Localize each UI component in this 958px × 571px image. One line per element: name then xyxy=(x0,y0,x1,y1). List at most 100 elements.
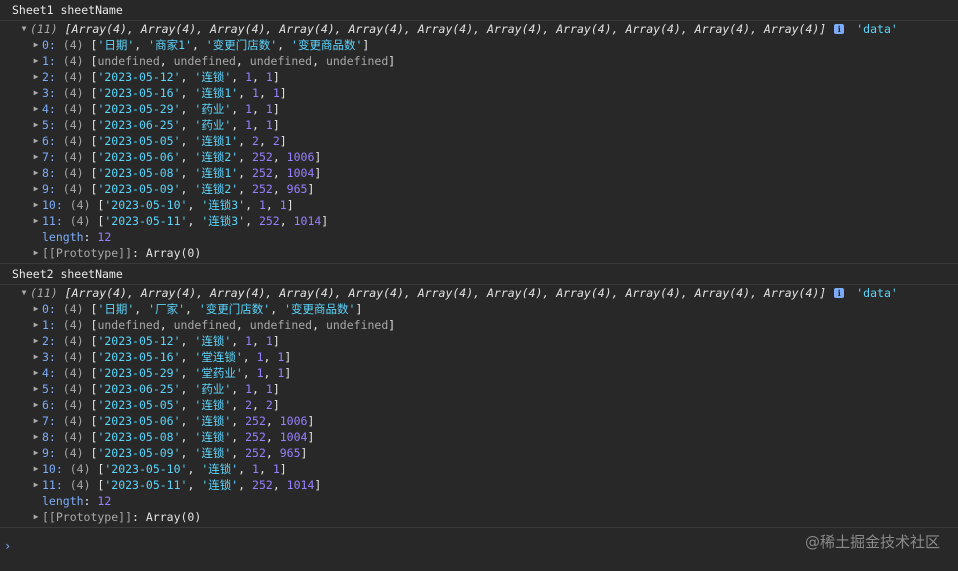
prototype-value: Array(0) xyxy=(145,510,202,524)
expand-triangle-right-icon[interactable]: ▶ xyxy=(30,197,42,213)
console-log-message: Sheet2 sheetName xyxy=(0,264,958,285)
console-prompt[interactable]: › xyxy=(0,537,11,555)
row-value: undefined xyxy=(325,318,389,332)
row-value: undefined xyxy=(249,54,313,68)
expand-triangle-right-icon[interactable]: ▶ xyxy=(30,333,42,349)
row-value: '2023-05-10' xyxy=(104,198,188,212)
expand-triangle-right-icon[interactable]: ▶ xyxy=(30,101,42,117)
row-index: 7: xyxy=(42,150,56,164)
prototype-property[interactable]: ▶ [[Prototype]]: Array(0) xyxy=(0,245,958,261)
row-value: '连锁' xyxy=(194,70,232,84)
row-index: 10: xyxy=(42,198,63,212)
expand-triangle-right-icon[interactable]: ▶ xyxy=(30,165,42,181)
expand-triangle-down-icon[interactable]: ▼ xyxy=(18,285,30,301)
expand-triangle-right-icon[interactable]: ▶ xyxy=(30,429,42,445)
expand-triangle-right-icon[interactable]: ▶ xyxy=(30,53,42,69)
expand-triangle-right-icon[interactable]: ▶ xyxy=(30,381,42,397)
array-item-row[interactable]: ▶ 6: (4) ['2023-05-05', '连锁', 2, 2] xyxy=(0,397,958,413)
array-item-row[interactable]: ▶ 2: (4) ['2023-05-12', '连锁', 1, 1] xyxy=(0,69,958,85)
row-value: 252 xyxy=(245,414,266,428)
expand-triangle-right-icon[interactable]: ▶ xyxy=(30,37,42,53)
array-item-row[interactable]: ▶ 4: (4) ['2023-05-29', '堂药业', 1, 1] xyxy=(0,365,958,381)
expand-triangle-right-icon[interactable]: ▶ xyxy=(30,413,42,429)
row-value: 252 xyxy=(252,166,273,180)
array-item-row[interactable]: ▶ 6: (4) ['2023-05-05', '连锁1', 2, 2] xyxy=(0,133,958,149)
array-item-row[interactable]: ▶ 11: (4) ['2023-05-11', '连锁', 252, 1014] xyxy=(0,477,958,493)
info-icon[interactable]: i xyxy=(834,288,845,298)
expand-triangle-right-icon[interactable]: ▶ xyxy=(30,509,42,525)
array-item-row[interactable]: ▶ 7: (4) ['2023-05-06', '连锁', 252, 1006] xyxy=(0,413,958,429)
prototype-key: [[Prototype]] xyxy=(42,510,133,524)
array-item-row[interactable]: ▶ 11: (4) ['2023-05-11', '连锁3', 252, 1014… xyxy=(0,213,958,229)
expand-triangle-right-icon[interactable]: ▶ xyxy=(30,213,42,229)
row-value: '变更门店数' xyxy=(205,38,278,52)
array-item-row[interactable]: ▶ 1: (4) [undefined, undefined, undefined… xyxy=(0,53,958,69)
expand-triangle-right-icon[interactable]: ▶ xyxy=(30,349,42,365)
row-index: 8: xyxy=(42,166,56,180)
array-item-row[interactable]: ▶ 9: (4) ['2023-05-09', '连锁', 252, 965] xyxy=(0,445,958,461)
array-item-row[interactable]: ▶ 9: (4) ['2023-05-09', '连锁2', 252, 965] xyxy=(0,181,958,197)
row-value: '2023-05-29' xyxy=(97,366,181,380)
array-item-row[interactable]: ▶ 4: (4) ['2023-05-29', '药业', 1, 1] xyxy=(0,101,958,117)
array-item-row[interactable]: ▶ 2: (4) ['2023-05-12', '连锁', 1, 1] xyxy=(0,333,958,349)
array-item-row[interactable]: ▶ 7: (4) ['2023-05-06', '连锁2', 252, 1006] xyxy=(0,149,958,165)
array-item-row[interactable]: ▶ 0: (4) ['日期', '商家1', '变更门店数', '变更商品数'] xyxy=(0,37,958,53)
array-item-row[interactable]: ▶ 8: (4) ['2023-05-08', '连锁1', 252, 1004] xyxy=(0,165,958,181)
row-value: '连锁1' xyxy=(194,134,239,148)
array-item-row[interactable]: ▶ 10: (4) ['2023-05-10', '连锁3', 1, 1] xyxy=(0,197,958,213)
array-item-row[interactable]: ▶ 3: (4) ['2023-05-16', '堂连锁', 1, 1] xyxy=(0,349,958,365)
array-preview: [Array(4), Array(4), Array(4), Array(4),… xyxy=(64,22,827,36)
expand-triangle-right-icon[interactable]: ▶ xyxy=(30,85,42,101)
row-count: (4) xyxy=(62,318,84,332)
row-value: 965 xyxy=(286,182,308,196)
expand-triangle-right-icon[interactable]: ▶ xyxy=(30,149,42,165)
row-index: 10: xyxy=(42,462,63,476)
array-item-row[interactable]: ▶ 0: (4) ['日期', '厂家', '变更门店数', '变更商品数'] xyxy=(0,301,958,317)
expand-triangle-right-icon[interactable]: ▶ xyxy=(30,317,42,333)
row-value: 252 xyxy=(252,478,273,492)
expand-triangle-right-icon[interactable]: ▶ xyxy=(30,301,42,317)
expand-triangle-right-icon[interactable]: ▶ xyxy=(30,181,42,197)
array-item-row[interactable]: ▶ 10: (4) ['2023-05-10', '连锁', 1, 1] xyxy=(0,461,958,477)
expand-triangle-right-icon[interactable]: ▶ xyxy=(30,69,42,85)
row-value: '2023-05-12' xyxy=(97,70,181,84)
row-value: 1004 xyxy=(279,430,308,444)
row-index: 11: xyxy=(42,214,63,228)
expand-triangle-right-icon[interactable]: ▶ xyxy=(30,245,42,261)
row-value: 1 xyxy=(245,70,253,84)
expand-triangle-right-icon[interactable]: ▶ xyxy=(30,365,42,381)
info-icon[interactable]: i xyxy=(834,24,845,34)
row-value: undefined xyxy=(97,318,160,332)
array-item-row[interactable]: ▶ 8: (4) ['2023-05-08', '连锁', 252, 1004] xyxy=(0,429,958,445)
row-value: undefined xyxy=(249,318,313,332)
row-value: '堂药业' xyxy=(194,366,243,380)
array-item-row[interactable]: ▶ 3: (4) ['2023-05-16', '连锁1', 1, 1] xyxy=(0,85,958,101)
expand-triangle-right-icon[interactable]: ▶ xyxy=(30,461,42,477)
row-value: 1 xyxy=(245,102,253,116)
prototype-property[interactable]: ▶ [[Prototype]]: Array(0) xyxy=(0,509,958,525)
array-item-row[interactable]: ▶ 5: (4) ['2023-06-25', '药业', 1, 1] xyxy=(0,381,958,397)
row-count: (4) xyxy=(62,382,84,396)
array-summary[interactable]: ▼ (11) [Array(4), Array(4), Array(4), Ar… xyxy=(0,21,958,37)
row-value: 1 xyxy=(256,366,264,380)
row-value: '2023-05-11' xyxy=(104,478,188,492)
row-count: (4) xyxy=(62,414,84,428)
row-value: '2023-05-09' xyxy=(97,446,181,460)
expand-triangle-right-icon[interactable]: ▶ xyxy=(30,133,42,149)
expand-triangle-right-icon[interactable]: ▶ xyxy=(30,397,42,413)
row-index: 9: xyxy=(42,446,56,460)
array-count: (11) xyxy=(30,22,58,36)
row-value: '2023-05-09' xyxy=(97,182,181,196)
row-index: 3: xyxy=(42,350,56,364)
row-index: 6: xyxy=(42,398,56,412)
expand-triangle-right-icon[interactable]: ▶ xyxy=(30,445,42,461)
row-value: '2023-05-06' xyxy=(97,414,181,428)
row-count: (4) xyxy=(62,86,84,100)
array-item-row[interactable]: ▶ 5: (4) ['2023-06-25', '药业', 1, 1] xyxy=(0,117,958,133)
row-count: (4) xyxy=(62,150,84,164)
expand-triangle-down-icon[interactable]: ▼ xyxy=(18,21,30,37)
array-summary[interactable]: ▼ (11) [Array(4), Array(4), Array(4), Ar… xyxy=(0,285,958,301)
expand-triangle-right-icon[interactable]: ▶ xyxy=(30,117,42,133)
array-item-row[interactable]: ▶ 1: (4) [undefined, undefined, undefined… xyxy=(0,317,958,333)
expand-triangle-right-icon[interactable]: ▶ xyxy=(30,477,42,493)
